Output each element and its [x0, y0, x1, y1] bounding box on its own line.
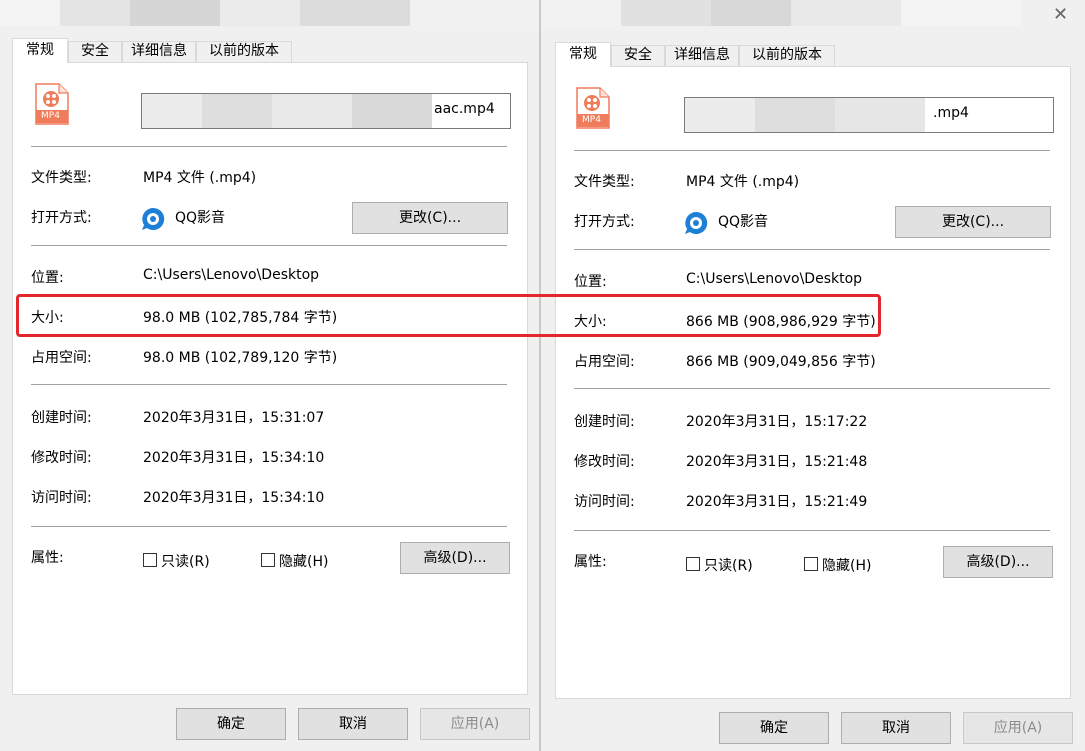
change-button[interactable]: 更改(C)... — [895, 206, 1051, 238]
size-value: 866 MB (908,986,929 字节) — [686, 314, 876, 330]
accessed-label: 访问时间: — [574, 494, 635, 510]
tab-general[interactable]: 常规 — [12, 38, 68, 63]
filename-field[interactable]: .mp4 — [684, 97, 1054, 133]
tab-general[interactable]: 常规 — [555, 42, 611, 67]
modified-label: 修改时间: — [31, 450, 92, 466]
location-value: C:\Users\Lenovo\Desktop — [686, 271, 863, 287]
tab-details[interactable]: 详细信息 — [665, 45, 739, 66]
disk-size-label: 占用空间: — [31, 350, 92, 366]
readonly-checkbox[interactable] — [686, 557, 700, 571]
tab-security[interactable]: 安全 — [68, 41, 122, 62]
cancel-button[interactable]: 取消 — [841, 712, 951, 744]
open-with-label: 打开方式: — [574, 214, 635, 230]
divider — [574, 388, 1050, 389]
open-with-value: QQ影音 — [175, 210, 226, 226]
tab-previous-versions[interactable]: 以前的版本 — [196, 41, 292, 62]
open-with-value: QQ影音 — [718, 214, 769, 230]
filename-extension: aac.mp4 — [434, 101, 495, 117]
created-value: 2020年3月31日，15:31:07 — [143, 410, 325, 426]
tab-details[interactable]: 详细信息 — [122, 41, 196, 62]
divider — [31, 526, 507, 527]
mp4-file-icon: MP4 — [35, 83, 69, 125]
general-panel: MP4 aac.mp4 文件类型: MP4 文件 (.mp4) 打开方式: QQ… — [12, 62, 528, 695]
file-type-value: MP4 文件 (.mp4) — [143, 170, 257, 186]
attributes-label: 属性: — [31, 550, 64, 566]
qq-player-icon — [684, 211, 708, 235]
file-icon-label: MP4 — [41, 111, 60, 121]
size-label: 大小: — [574, 314, 607, 330]
close-icon[interactable]: ✕ — [1053, 6, 1068, 24]
readonly-label[interactable]: 只读(R) — [704, 555, 753, 575]
filename-extension: .mp4 — [933, 105, 969, 121]
divider — [574, 150, 1050, 151]
filename-field[interactable]: aac.mp4 — [141, 93, 511, 129]
location-label: 位置: — [574, 274, 607, 290]
open-with-label: 打开方式: — [31, 210, 92, 226]
location-value: C:\Users\Lenovo\Desktop — [143, 267, 320, 283]
disk-size-value: 98.0 MB (102,789,120 字节) — [143, 350, 338, 366]
hidden-label[interactable]: 隐藏(H) — [279, 551, 328, 571]
created-label: 创建时间: — [574, 414, 635, 430]
size-label: 大小: — [31, 310, 64, 326]
readonly-checkbox[interactable] — [143, 553, 157, 567]
file-icon-label: MP4 — [582, 115, 601, 125]
accessed-label: 访问时间: — [31, 490, 92, 506]
tab-security[interactable]: 安全 — [611, 45, 665, 66]
attributes-label: 属性: — [574, 554, 607, 570]
title-bar-blurred — [0, 0, 541, 26]
accessed-value: 2020年3月31日，15:21:49 — [686, 494, 868, 510]
divider — [574, 249, 1050, 250]
divider — [31, 384, 507, 385]
readonly-label[interactable]: 只读(R) — [161, 551, 210, 571]
hidden-checkbox[interactable] — [804, 557, 818, 571]
tab-previous-versions[interactable]: 以前的版本 — [739, 45, 835, 66]
general-panel: MP4 .mp4 文件类型: MP4 文件 (.mp4) 打开方式: QQ影音 … — [555, 66, 1071, 699]
apply-button[interactable]: 应用(A) — [963, 712, 1073, 744]
divider — [31, 146, 507, 147]
cancel-button[interactable]: 取消 — [298, 708, 408, 740]
file-type-label: 文件类型: — [574, 174, 635, 190]
advanced-button[interactable]: 高级(D)... — [400, 542, 510, 574]
title-bar-blurred — [541, 0, 1021, 26]
ok-button[interactable]: 确定 — [719, 712, 829, 744]
accessed-value: 2020年3月31日，15:34:10 — [143, 490, 325, 506]
file-type-label: 文件类型: — [31, 170, 92, 186]
mp4-file-icon: MP4 — [576, 87, 610, 129]
size-value: 98.0 MB (102,785,784 字节) — [143, 310, 338, 326]
location-label: 位置: — [31, 270, 64, 286]
hidden-label[interactable]: 隐藏(H) — [822, 555, 871, 575]
created-label: 创建时间: — [31, 410, 92, 426]
modified-label: 修改时间: — [574, 454, 635, 470]
divider — [31, 245, 507, 246]
divider — [574, 530, 1050, 531]
properties-dialog-right: ✕ 常规 安全 详细信息 以前的版本 MP4 .mp4 文件类型: MP4 文件… — [541, 0, 1085, 751]
disk-size-value: 866 MB (909,049,856 字节) — [686, 354, 876, 370]
file-type-value: MP4 文件 (.mp4) — [686, 174, 800, 190]
change-button[interactable]: 更改(C)... — [352, 202, 508, 234]
advanced-button[interactable]: 高级(D)... — [943, 546, 1053, 578]
ok-button[interactable]: 确定 — [176, 708, 286, 740]
hidden-checkbox[interactable] — [261, 553, 275, 567]
modified-value: 2020年3月31日，15:34:10 — [143, 450, 325, 466]
modified-value: 2020年3月31日，15:21:48 — [686, 454, 868, 470]
properties-dialog-left: 常规 安全 详细信息 以前的版本 MP4 aac.mp4 文件类型: MP4 文… — [0, 0, 541, 751]
disk-size-label: 占用空间: — [574, 354, 635, 370]
qq-player-icon — [141, 207, 165, 231]
apply-button[interactable]: 应用(A) — [420, 708, 530, 740]
created-value: 2020年3月31日，15:17:22 — [686, 414, 868, 430]
